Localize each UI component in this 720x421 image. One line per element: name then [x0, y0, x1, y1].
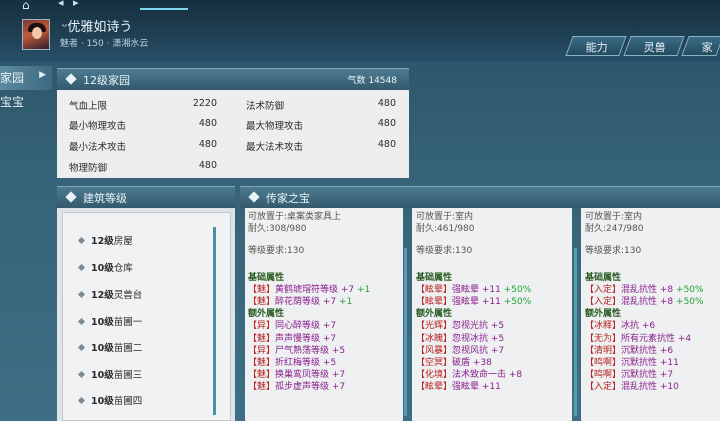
list-item: 【光辉】忽视光抗 +5	[416, 321, 505, 332]
stat-row: 法术防御 480	[246, 98, 396, 112]
diamond-icon	[248, 191, 260, 203]
list-item[interactable]: 10级苗圃一	[77, 314, 142, 328]
stat-row: 物理防御 480	[69, 160, 217, 174]
list-item: 【眩晕】强眩晕 +11	[416, 382, 501, 393]
list-item: 【冰魄】忽视冰抗 +5	[416, 333, 505, 344]
treasure-panel-title: 传家之宝	[266, 192, 310, 205]
qi-readout: 气数 14548	[347, 76, 397, 86]
building-panel-title: 建筑等级	[83, 192, 127, 205]
treasure-column-1: 可放置于:桌案类家具上 耐久:308/980 等级要求:130 基础属性 【魅】…	[245, 208, 403, 421]
list-item: 【魅】孤步虚声等级 +7	[248, 382, 346, 393]
list-item[interactable]: 10级苗圃三	[77, 367, 142, 381]
chevron-right-icon: ▶	[39, 70, 46, 80]
tab-home[interactable]: 家	[681, 36, 720, 56]
list-item: 【魅】换巢鸾凤等级 +7	[248, 370, 346, 381]
list-item: 【异】尸气熟荡等级 +5	[248, 345, 346, 356]
player-info: 魅者 · 150 · 潇湘水云	[60, 39, 149, 49]
list-item[interactable]: 10级仓库	[77, 260, 133, 274]
treasure-column-3: 可放置于:室内 耐久:247/980 等级要求:130 基础属性 【入定】混乱抗…	[581, 208, 720, 421]
list-item: 【魅】黄鹤琥瑁符等级 +7 +1	[248, 284, 371, 295]
list-item: 【清明】沉默抗性 +6	[585, 345, 674, 356]
diamond-icon	[65, 191, 77, 203]
nav-item-home[interactable]: 家园 ▶	[0, 66, 52, 90]
building-list: 12级房屋 10级仓库 12级灵兽台 10级苗圃一 10级苗圃二 10级苗圃三 …	[62, 212, 231, 421]
active-tab-indicator	[140, 8, 188, 10]
top-tabs: 能力 灵兽 家	[565, 36, 720, 56]
avatar[interactable]	[22, 19, 50, 50]
list-item: 【入定】混乱抗性 +8 +50%	[585, 296, 704, 307]
stat-row: 最小物理攻击 480	[69, 118, 217, 132]
list-item: 【冰释】冰抗 +6	[585, 321, 656, 332]
list-item: 【魅】醉花荫等级 +7 +1	[248, 296, 353, 307]
stat-row: 最小法术攻击 480	[69, 139, 217, 153]
nav-arrows-icon[interactable]: ◂ ▸	[58, 0, 82, 9]
scrollbar[interactable]	[574, 248, 577, 416]
list-item[interactable]: 12级灵兽台	[77, 287, 142, 301]
tab-ability[interactable]: 能力	[565, 36, 627, 56]
list-item: 【无为】所有元素抗性 +4	[585, 333, 692, 344]
home-panel-header: 12级家园 气数 14548	[57, 68, 409, 90]
scrollbar[interactable]	[213, 227, 216, 415]
left-nav: 家园 ▶ 宝宝	[0, 66, 52, 114]
list-item[interactable]: 12级房屋	[77, 233, 133, 247]
list-item: 【入定】混乱抗性 +10	[585, 382, 679, 393]
list-item[interactable]: 10级苗圃四	[77, 393, 142, 407]
list-item: 【鸣啊】沉默抗性 +11	[585, 357, 679, 368]
list-item: 【空冥】破盾 +38	[416, 357, 492, 368]
treasure-panel-header: 传家之宝	[240, 186, 720, 208]
list-item: 【眩晕】强眩晕 +11 +50%	[416, 296, 532, 307]
home-panel-title: 12级家园	[83, 74, 130, 87]
stat-row: 气血上限 2220	[69, 98, 217, 112]
list-item: 【魅】声声慢等级 +7	[248, 333, 337, 344]
stat-row: 最大物理攻击 480	[246, 118, 396, 132]
list-item[interactable]: 10级苗圃二	[77, 340, 142, 354]
list-item: 【鸣啊】沉默抗性 +7	[585, 370, 674, 381]
nav-item-pet[interactable]: 宝宝	[0, 90, 52, 114]
diamond-icon	[65, 73, 77, 85]
list-item: 【化境】法术致命一击 +8	[416, 370, 523, 381]
building-panel-header: 建筑等级	[57, 186, 235, 208]
player-name: ᵕ优雅如诗う	[62, 20, 133, 35]
list-item: 【魅】折红梅等级 +5	[248, 357, 337, 368]
list-item: 【异】同心醉等级 +7	[248, 321, 337, 332]
scrollbar[interactable]	[404, 248, 407, 416]
home-icon[interactable]: ⌂	[22, 0, 30, 12]
stat-row: 最大法术攻击 480	[246, 139, 396, 153]
list-item: 【风暴】忽视风抗 +7	[416, 345, 505, 356]
list-item: 【眩晕】强眩晕 +11 +50%	[416, 284, 532, 295]
tab-pet[interactable]: 灵兽	[623, 36, 685, 56]
home-stats: 气血上限 2220 法术防御 480 最小物理攻击 480 最大物理攻击 480 最小法…	[57, 90, 409, 178]
treasure-column-2: 可放置于:室内 耐久:461/980 等级要求:130 基础属性 【眩晕】强眩晕…	[412, 208, 572, 421]
list-item: 【入定】混乱抗性 +8 +50%	[585, 284, 704, 295]
